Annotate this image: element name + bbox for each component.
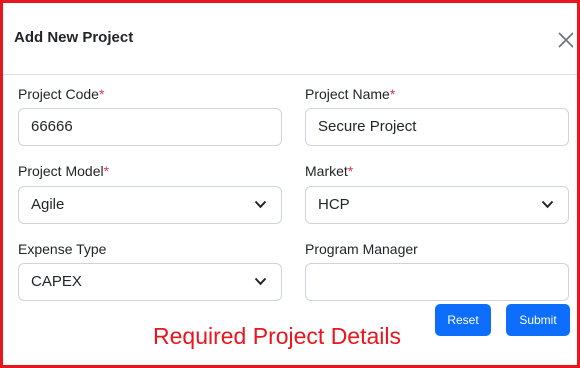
submit-button[interactable]: Submit xyxy=(506,304,570,336)
close-icon[interactable] xyxy=(557,31,575,49)
market-select[interactable]: HCP xyxy=(305,186,569,224)
market-label: Market* xyxy=(305,163,354,179)
project-code-value: 66666 xyxy=(31,118,73,135)
project-model-label: Project Model* xyxy=(18,163,110,179)
reset-button[interactable]: Reset xyxy=(435,304,491,336)
project-name-input[interactable]: Secure Project xyxy=(305,108,569,146)
dialog-header: Add New Project xyxy=(3,3,577,75)
program-manager-label: Program Manager xyxy=(305,241,418,257)
project-name-label: Project Name* xyxy=(305,86,396,102)
annotation-caption: Required Project Details xyxy=(153,323,402,349)
project-code-label: Project Code* xyxy=(18,86,105,102)
program-manager-input[interactable] xyxy=(305,263,569,301)
project-model-value: Agile xyxy=(31,196,65,213)
project-code-input[interactable]: 66666 xyxy=(18,108,282,146)
chevron-down-icon xyxy=(541,200,554,209)
expense-type-select[interactable]: CAPEX xyxy=(18,263,282,301)
expense-type-value: CAPEX xyxy=(31,273,82,290)
project-name-value: Secure Project xyxy=(318,118,417,135)
chevron-down-icon xyxy=(254,277,267,286)
dialog-title: Add New Project xyxy=(14,29,134,46)
project-model-select[interactable]: Agile xyxy=(18,186,282,224)
market-value: HCP xyxy=(318,196,350,213)
expense-type-label: Expense Type xyxy=(18,241,107,257)
chevron-down-icon xyxy=(254,200,267,209)
